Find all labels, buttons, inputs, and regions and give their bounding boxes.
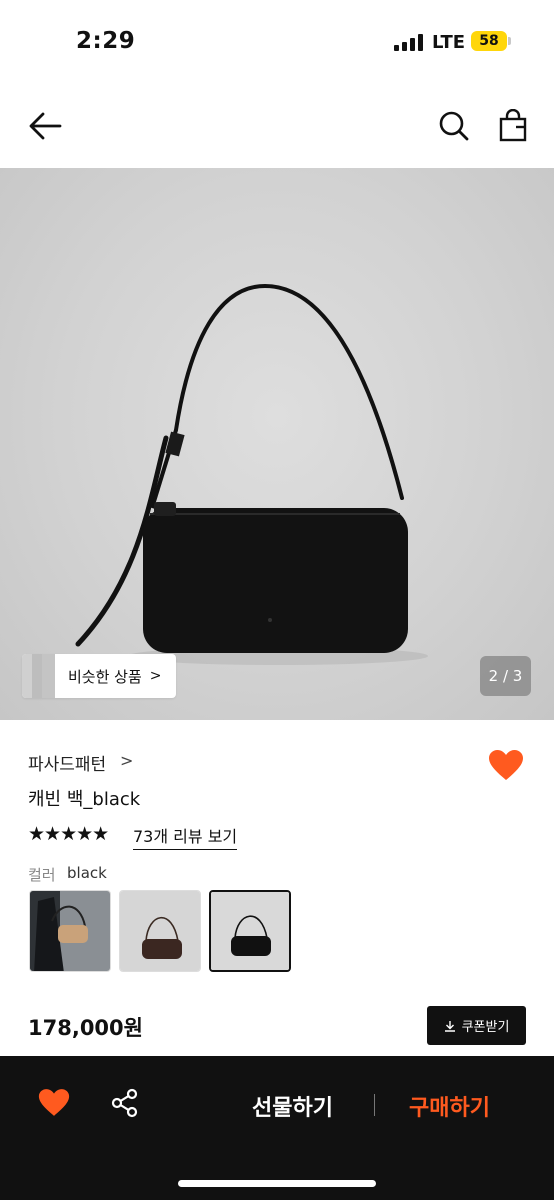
- similar-products-button[interactable]: 비슷한 상품 >: [22, 654, 176, 698]
- color-value: black: [67, 864, 107, 882]
- rating-stars: ★★★★★: [28, 823, 109, 845]
- action-divider: [374, 1094, 375, 1116]
- status-time: 2:29: [76, 28, 136, 54]
- gift-button[interactable]: 선물하기: [252, 1090, 333, 1122]
- image-pager: 2 / 3: [480, 656, 531, 696]
- share-icon[interactable]: [110, 1088, 140, 1118]
- shopping-bag-icon[interactable]: [499, 109, 527, 142]
- favorite-heart-icon[interactable]: [488, 749, 524, 781]
- color-label: 컬러: [28, 866, 56, 884]
- color-swatch-model[interactable]: [29, 890, 111, 972]
- product-name: 캐빈 백_black: [28, 789, 141, 810]
- brown-bag-photo: [120, 891, 200, 971]
- product-detail-page: 2:29 LTE 58 비슷한 상품 > 2 / 3 파사드패턴 > 캐빈 백_…: [0, 0, 554, 1200]
- bottom-action-bar: [0, 1056, 554, 1200]
- product-price: 178,000원: [28, 1016, 143, 1040]
- arrow-left-icon[interactable]: [28, 112, 62, 140]
- coupon-button[interactable]: 쿠폰받기: [427, 1006, 526, 1045]
- review-link[interactable]: 73개 리뷰 보기: [133, 823, 238, 850]
- top-nav: [0, 84, 554, 168]
- search-icon[interactable]: [438, 110, 470, 142]
- black-bag-photo: [211, 892, 289, 970]
- network-label: LTE: [432, 32, 466, 53]
- signal-icon: [394, 34, 424, 51]
- buy-button[interactable]: 구매하기: [409, 1090, 490, 1122]
- brand-link[interactable]: 파사드패턴: [28, 750, 106, 775]
- color-swatch-black[interactable]: [209, 890, 291, 972]
- coupon-label: 쿠폰받기: [461, 1020, 510, 1035]
- home-indicator: [178, 1180, 376, 1187]
- similar-products-label: 비슷한 상품: [68, 667, 142, 686]
- battery-cap: [508, 37, 511, 45]
- wishlist-heart-icon[interactable]: [38, 1088, 70, 1117]
- similar-thumbnails: [22, 654, 56, 698]
- product-image[interactable]: [0, 168, 554, 720]
- chevron-right-icon: >: [149, 668, 162, 684]
- color-swatch-brown[interactable]: [119, 890, 201, 972]
- battery-icon: 58: [471, 31, 507, 51]
- download-icon: [444, 1020, 455, 1032]
- model-photo: [30, 891, 110, 971]
- status-bar: 2:29 LTE 58: [0, 0, 554, 84]
- bag-illustration: [75, 283, 428, 665]
- chevron-right-icon[interactable]: >: [120, 751, 133, 770]
